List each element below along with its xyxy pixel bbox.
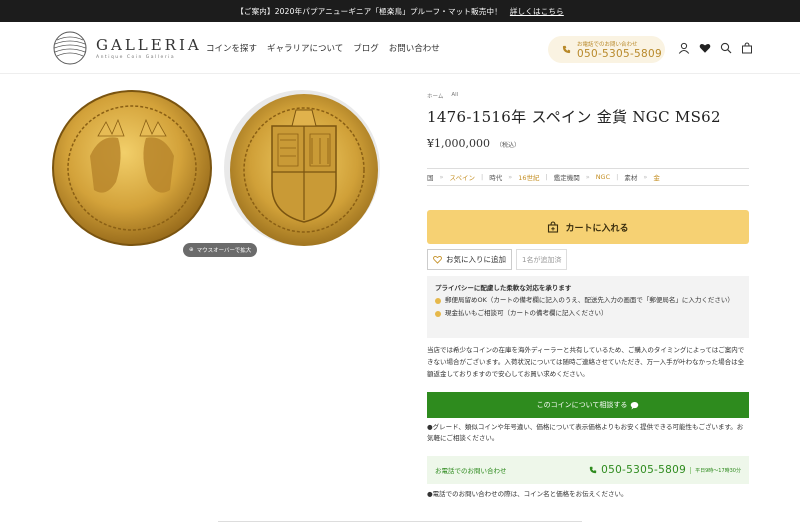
nav-about[interactable]: ギャラリアについて bbox=[267, 42, 343, 54]
coin-reverse-image[interactable] bbox=[220, 86, 385, 251]
spec-label-era: 時代 bbox=[489, 174, 503, 182]
favorite-count: 1名が追加済 bbox=[516, 249, 568, 270]
chat-bubble-icon bbox=[631, 401, 639, 409]
logo-globe-icon bbox=[53, 31, 87, 65]
header-phone-number: 050-5305-5809 bbox=[577, 47, 662, 60]
privacy-title: プライバシーに配慮した柔軟な対応を承ります bbox=[435, 284, 572, 292]
zoom-hint-text: マウスオーバーで拡大 bbox=[196, 248, 252, 254]
stock-notice: 当店では希少なコインの在庫を海外ディーラーと共有しているため、ご購入のタイミング… bbox=[427, 346, 745, 379]
spec-label-grader: 鑑定機関 bbox=[553, 174, 580, 182]
price-tax-note: （税込） bbox=[495, 142, 520, 149]
announcement-text: 【ご案内】2020年パプアニューギニア「極楽鳥」プルーフ・マット販売中！ bbox=[236, 6, 502, 16]
breadcrumb: ホーム All bbox=[427, 92, 749, 100]
spec-value-country[interactable]: スペイン bbox=[449, 172, 475, 182]
price-value: ¥1,000,000 bbox=[427, 137, 490, 150]
phone-icon bbox=[562, 45, 571, 54]
spec-value-era[interactable]: 16世紀 bbox=[518, 172, 539, 182]
account-icon[interactable] bbox=[678, 42, 690, 54]
search-icon[interactable] bbox=[720, 42, 732, 54]
privacy-box: プライバシーに配慮した柔軟な対応を承ります 郵便局留めOK（カートの備考欄に記入… bbox=[427, 276, 749, 338]
site-header: GALLERIA Antique Coin Galleria コインを探す ギャ… bbox=[0, 22, 800, 74]
spec-divider: | bbox=[481, 173, 484, 181]
spec-value-material[interactable]: 金 bbox=[653, 172, 660, 182]
coin-obverse-image[interactable] bbox=[50, 86, 215, 251]
privacy-item-text: 現金払いもご相談可（カートの備考欄に記入ください） bbox=[445, 309, 608, 318]
announcement-bar: 【ご案内】2020年パプアニューギニア「極楽鳥」プルーフ・マット販売中！ 詳しく… bbox=[0, 0, 800, 22]
spec-separator: » bbox=[643, 173, 648, 181]
phone-box-number: 050-5305-5809 bbox=[601, 464, 687, 476]
nav-blog[interactable]: ブログ bbox=[353, 42, 379, 54]
section-divider bbox=[218, 521, 582, 522]
cart-icon[interactable] bbox=[741, 42, 753, 54]
logo-subtitle: Antique Coin Galleria bbox=[96, 55, 176, 60]
breadcrumb-home[interactable]: ホーム bbox=[427, 92, 443, 100]
spec-label-country: 国 bbox=[427, 174, 434, 182]
nav-find-coins[interactable]: コインを探す bbox=[206, 42, 257, 54]
privacy-item: 郵便局留めOK（カートの備考欄に記入のうえ、配送先入力の画面で「郵便局名」に入力… bbox=[435, 296, 741, 305]
add-to-cart-label: カートに入れる bbox=[565, 223, 629, 234]
product-price: ¥1,000,000 （税込） bbox=[427, 137, 749, 150]
header-phone-contact[interactable]: お電話でのお問い合わせ 050-5305-5809 bbox=[548, 36, 665, 63]
phone-icon bbox=[589, 466, 597, 474]
spec-label-material: 素材 bbox=[624, 174, 638, 182]
nav-contact[interactable]: お問い合わせ bbox=[389, 42, 440, 54]
spec-value-grader[interactable]: NGC bbox=[596, 173, 610, 181]
heart-icon[interactable] bbox=[699, 42, 711, 54]
bullet-icon bbox=[435, 311, 441, 318]
spec-divider: | bbox=[545, 173, 548, 181]
breadcrumb-all[interactable]: All bbox=[451, 92, 458, 100]
consult-button-label: このコインについて相談する bbox=[536, 401, 628, 409]
privacy-item-text: 郵便局留めOK（カートの備考欄に記入のうえ、配送先入力の画面で「郵便局名」に入力… bbox=[445, 296, 734, 304]
consult-button[interactable]: このコインについて相談する bbox=[427, 392, 749, 418]
product-gallery: ⊕ マウスオーバーで拡大 bbox=[50, 86, 380, 266]
grade-note: ●グレード、類似コインや年号違い、価格について表示価格よりもお安く提供できる可能… bbox=[427, 423, 744, 443]
add-favorite-button[interactable]: お気に入りに追加 bbox=[427, 249, 512, 270]
site-logo[interactable]: GALLERIA Antique Coin Galleria bbox=[52, 30, 202, 66]
header-icons bbox=[678, 42, 753, 54]
bullet-icon bbox=[435, 298, 441, 304]
privacy-item: 現金払いもご相談可（カートの備考欄に記入ください） bbox=[435, 309, 741, 318]
favorite-row: お気に入りに追加 1名が追加済 bbox=[427, 249, 568, 270]
zoom-hint: ⊕ マウスオーバーで拡大 bbox=[183, 243, 258, 257]
add-favorite-label: お気に入りに追加 bbox=[446, 255, 506, 264]
phone-box-label: お電話でのお問い合わせ bbox=[435, 467, 507, 475]
spec-separator: » bbox=[439, 173, 444, 181]
add-to-cart-button[interactable]: カートに入れる bbox=[427, 210, 749, 244]
phone-box-hours: 平日9時〜17時30分 bbox=[690, 466, 741, 474]
spec-separator: » bbox=[508, 173, 513, 181]
zoom-plus-icon: ⊕ bbox=[189, 247, 194, 253]
logo-name: GALLERIA bbox=[96, 36, 202, 54]
spec-row: 国 » スペイン | 時代 » 16世紀 | 鑑定機関 » NGC | 素材 »… bbox=[427, 168, 749, 186]
cart-bag-icon bbox=[548, 221, 559, 233]
announcement-link[interactable]: 詳しくはこちら bbox=[510, 6, 564, 17]
spec-separator: » bbox=[585, 173, 590, 181]
call-note: ●電話でのお問い合わせの際は、コイン名と価格をお伝えください。 bbox=[427, 490, 628, 498]
spec-divider: | bbox=[616, 173, 619, 181]
product-info: ホーム All 1476-1516年 スペイン 金貨 NGC MS62 ¥1,0… bbox=[427, 92, 749, 498]
product-title: 1476-1516年 スペイン 金貨 NGC MS62 bbox=[427, 108, 721, 126]
header-phone-label: お電話でのお問い合わせ bbox=[577, 41, 638, 48]
phone-contact-box[interactable]: お電話でのお問い合わせ 050-5305-5809 平日9時〜17時30分 bbox=[427, 456, 749, 484]
main-nav: コインを探す ギャラリアについて ブログ お問い合わせ bbox=[206, 42, 440, 54]
heart-outline-icon bbox=[433, 256, 442, 264]
